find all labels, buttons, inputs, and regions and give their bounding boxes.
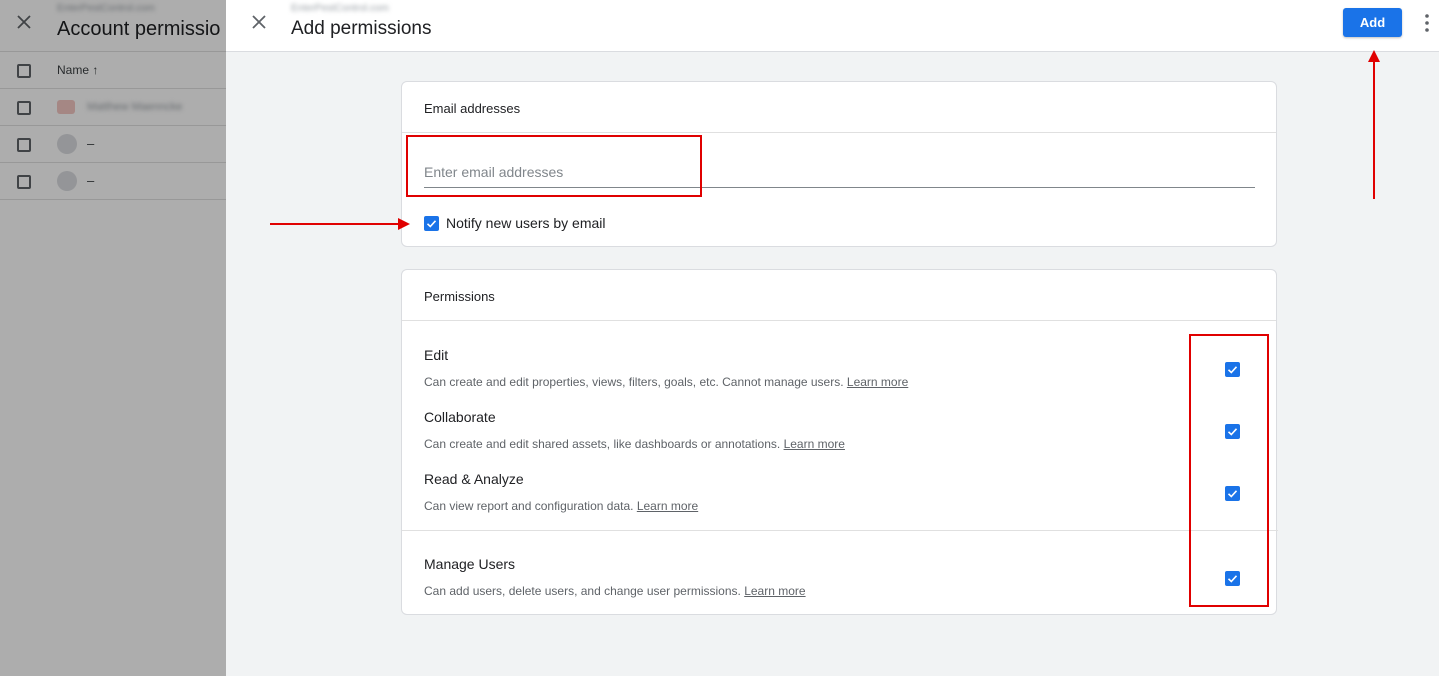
learn-more-link[interactable]: Learn more (637, 499, 698, 513)
checkmark-icon (426, 220, 437, 228)
add-button[interactable]: Add (1343, 8, 1402, 37)
permission-description: Can view report and configuration data. … (424, 499, 699, 513)
annotation-arrow-notify (270, 223, 405, 225)
annotation-email-box (406, 135, 702, 197)
permission-title: Manage Users (424, 556, 516, 572)
email-card-header: Email addresses (402, 82, 1276, 133)
divider (402, 530, 1278, 531)
page-title: Add permissions (291, 18, 432, 39)
background-page: EnterPestControl.com Account permissio N… (0, 0, 226, 676)
modal-scrim[interactable] (0, 0, 226, 676)
learn-more-link[interactable]: Learn more (744, 584, 805, 598)
permission-description: Can create and edit properties, views, f… (424, 375, 909, 389)
permission-manage-users: Manage Users Can add users, delete users… (402, 556, 1278, 616)
dialog-subtitle: EnterPestControl.com (291, 3, 389, 14)
permission-description: Can create and edit shared assets, like … (424, 437, 845, 451)
learn-more-link[interactable]: Learn more (847, 375, 908, 389)
dialog-header: EnterPestControl.com Add permissions Add (226, 0, 1439, 52)
arrow-up-icon (1368, 50, 1380, 62)
more-vert-icon[interactable] (1420, 12, 1434, 34)
permission-read-analyze: Read & Analyze Can view report and confi… (402, 471, 1278, 531)
close-icon[interactable] (249, 12, 269, 32)
permission-description: Can add users, delete users, and change … (424, 584, 806, 598)
permission-title: Edit (424, 347, 449, 363)
permission-title: Read & Analyze (424, 471, 524, 487)
permissions-card: Permissions Edit Can create and edit pro… (401, 269, 1278, 616)
permission-title: Collaborate (424, 409, 496, 425)
arrow-right-icon (398, 218, 410, 230)
notify-label[interactable]: Notify new users by email (446, 215, 606, 231)
permission-edit: Edit Can create and edit properties, vie… (402, 347, 1278, 407)
notify-checkbox[interactable] (424, 216, 439, 231)
annotation-arrow-add (1373, 60, 1375, 199)
permission-collaborate: Collaborate Can create and edit shared a… (402, 409, 1278, 469)
permissions-card-header: Permissions (402, 270, 1276, 321)
learn-more-link[interactable]: Learn more (784, 437, 845, 451)
annotation-checkbox-box (1189, 334, 1269, 607)
